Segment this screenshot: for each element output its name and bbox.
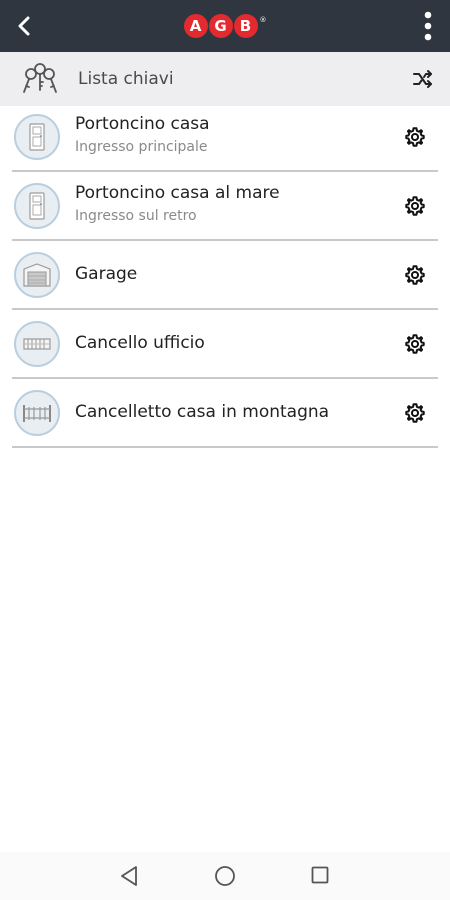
garage-door-icon	[14, 252, 60, 298]
gear-icon[interactable]	[404, 195, 426, 217]
more-vertical-icon	[424, 11, 432, 41]
nav-back-icon[interactable]	[118, 864, 140, 888]
key-subtitle: Ingresso principale	[75, 139, 208, 155]
logo-letter: B	[233, 14, 258, 38]
door-icon	[14, 114, 60, 160]
gear-icon[interactable]	[404, 126, 426, 148]
gear-icon[interactable]	[404, 402, 426, 424]
overflow-menu-button[interactable]	[420, 8, 436, 44]
chevron-left-icon	[18, 16, 30, 36]
key-list: Portoncino casa Ingresso principale Port…	[12, 106, 438, 451]
back-button[interactable]	[8, 10, 40, 42]
gear-icon[interactable]	[404, 333, 426, 355]
key-title: Portoncino casa	[75, 114, 210, 134]
list-item[interactable]: Cancelletto casa in montagna	[12, 382, 438, 448]
list-item[interactable]: Portoncino casa al mare Ingresso sul ret…	[12, 175, 438, 241]
sliding-gate-icon	[14, 321, 60, 367]
key-subtitle: Ingresso sul retro	[75, 208, 197, 224]
keys-icon	[23, 63, 57, 93]
system-nav-bar	[0, 852, 450, 900]
logo-letter: G	[208, 14, 233, 38]
gate-icon	[14, 390, 60, 436]
list-title: Lista chiavi	[78, 69, 174, 89]
key-title: Garage	[75, 264, 138, 284]
door-icon	[14, 183, 60, 229]
key-list-header: Lista chiavi	[0, 52, 450, 106]
nav-recents-icon[interactable]	[311, 866, 329, 884]
agb-logo: A G B ®	[183, 14, 267, 38]
key-title: Cancello ufficio	[75, 333, 205, 353]
key-title: Cancelletto casa in montagna	[75, 402, 330, 422]
logo-registered-mark: ®	[259, 16, 267, 24]
list-item[interactable]: Garage	[12, 244, 438, 310]
nav-home-icon[interactable]	[214, 865, 236, 887]
gear-icon[interactable]	[404, 264, 426, 286]
list-item[interactable]: Portoncino casa Ingresso principale	[12, 106, 438, 172]
logo-letter: A	[183, 14, 208, 38]
key-title: Portoncino casa al mare	[75, 183, 280, 203]
list-item[interactable]: Cancello ufficio	[12, 313, 438, 379]
app-header: A G B ®	[0, 0, 450, 52]
shuffle-icon[interactable]	[412, 69, 434, 89]
